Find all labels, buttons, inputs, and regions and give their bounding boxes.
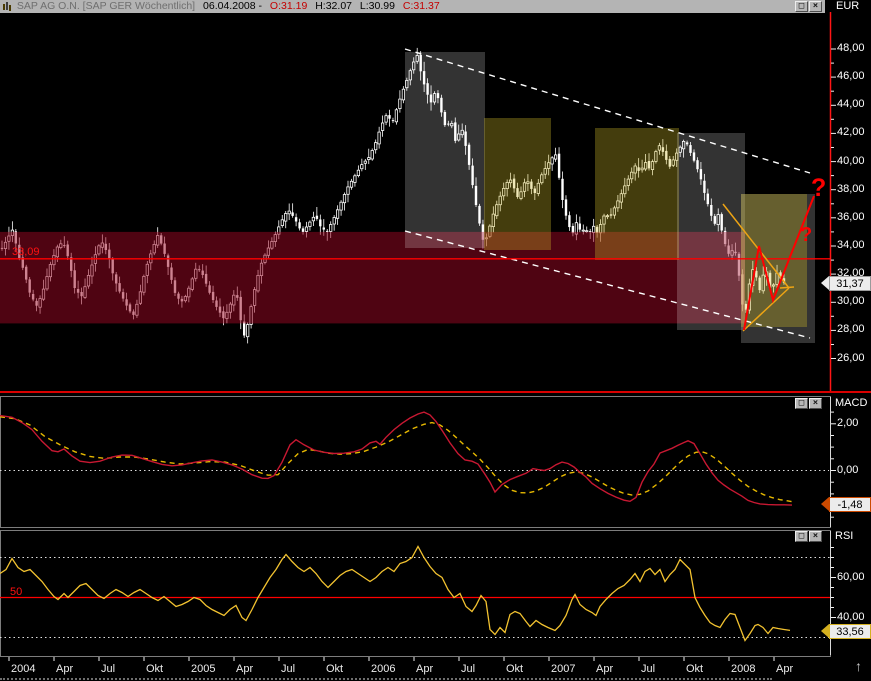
price-axis-tick-label: 32,00: [837, 267, 865, 280]
highlight-box-3: [595, 128, 679, 260]
price-axis-tick-label: 28,00: [837, 323, 865, 336]
rsi-value-tag: 33,56: [829, 624, 871, 639]
price-tag-pointer: [821, 276, 829, 290]
time-axis-label: 2004: [11, 663, 35, 675]
macd-value-tag: -1,48: [829, 497, 871, 512]
time-axis-label: Apr: [236, 663, 253, 675]
macd-restore-button[interactable]: □: [795, 398, 808, 409]
main-restore-button[interactable]: □: [795, 1, 808, 12]
price-axis-unit-label: EUR: [836, 0, 859, 13]
main-close-button[interactable]: ×: [809, 1, 822, 12]
quote-open: O:31.19: [270, 0, 307, 12]
macd-panel-label: MACD: [835, 397, 867, 410]
macd-axis-tick-label: 2,00: [837, 417, 858, 430]
price-axis-tick-label: 40,00: [837, 155, 865, 168]
macd-close-button[interactable]: ×: [809, 398, 822, 409]
price-axis-tick-label: 44,00: [837, 98, 865, 111]
instrument-candlestick-icon: [2, 2, 11, 11]
channel-upper-dashed-line: [405, 49, 810, 173]
rsi-panel-label: RSI: [835, 530, 853, 543]
quote-date: 06.04.2008 -: [203, 0, 262, 12]
price-axis-tick-label: 46,00: [837, 70, 865, 83]
price-axis-tick-label: 36,00: [837, 211, 865, 224]
highlight-box-1: [405, 52, 485, 248]
time-axis-label: 2007: [551, 663, 575, 675]
macd-axis-tick-label: 0,00: [837, 464, 858, 477]
macd-tag-pointer: [821, 497, 829, 511]
time-axis-label: Jul: [101, 663, 115, 675]
highlight-box-4: [677, 133, 745, 330]
rsi-tag-pointer: [821, 624, 829, 638]
triangle-segment-3: [780, 287, 794, 288]
title-bar: SAP AG O.N. [SAP GER Wöchentlich] 06.04.…: [0, 0, 825, 13]
time-axis-label: 2008: [731, 663, 755, 675]
time-axis-label: Okt: [686, 663, 703, 675]
rsi-axis-tick-label: 60,00: [837, 571, 865, 584]
time-axis-label: Jul: [461, 663, 475, 675]
time-axis-label: Okt: [146, 663, 163, 675]
horizontal-scroll-track[interactable]: [0, 678, 772, 680]
rsi-panel-frame: [0, 530, 831, 657]
price-axis-tick-label: 26,00: [837, 352, 865, 365]
macd-macd-line: [0, 412, 792, 505]
channel-lower-dashed-line: [405, 231, 810, 338]
question-mark-lower: ?: [800, 224, 812, 247]
time-axis-label: Apr: [416, 663, 433, 675]
highlight-box-5: [741, 194, 815, 343]
quote-close: C:31.37: [403, 0, 440, 12]
rsi-midline-label: 50: [10, 586, 22, 598]
scroll-up-arrow[interactable]: ↑: [855, 659, 862, 673]
question-mark-upper: ?: [811, 174, 826, 203]
instrument-title: SAP AG O.N. [SAP GER Wöchentlich]: [17, 0, 195, 12]
quote-low: L:30.99: [360, 0, 395, 12]
rsi-axis-tick-label: 40,00: [837, 611, 865, 624]
time-axis-label: Jul: [641, 663, 655, 675]
support-line-price-label: 33,09: [12, 246, 40, 258]
time-axis-label: 2006: [371, 663, 395, 675]
triangle-segment-2: [743, 288, 789, 331]
chart-application-window: SAP AG O.N. [SAP GER Wöchentlich] 06.04.…: [0, 0, 871, 681]
macd-signal-line: [0, 417, 792, 502]
rsi-close-button[interactable]: ×: [809, 531, 822, 542]
price-axis-tick-label: 38,00: [837, 183, 865, 196]
time-axis-label: Apr: [596, 663, 613, 675]
panel-separator-line: [0, 391, 871, 393]
time-axis-label: 2005: [191, 663, 215, 675]
support-zone-band: [0, 232, 745, 324]
time-axis-label: Apr: [776, 663, 793, 675]
rsi-restore-button[interactable]: □: [795, 531, 808, 542]
macd-panel-frame: [0, 396, 831, 528]
price-axis-tick-label: 34,00: [837, 239, 865, 252]
price-axis-tick-label: 30,00: [837, 295, 865, 308]
candlestick-series: [1, 48, 785, 344]
highlight-box-2: [484, 118, 551, 250]
time-axis-label: Jul: [281, 663, 295, 675]
triangle-segment-1: [723, 204, 789, 288]
projection-zigzag-line: [744, 196, 814, 330]
time-axis-label: Okt: [326, 663, 343, 675]
highlight-box-6: [741, 194, 807, 327]
price-axis-tick-label: 42,00: [837, 126, 865, 139]
time-axis-label: Apr: [56, 663, 73, 675]
chart-canvas: [0, 0, 871, 681]
quote-high: H:32.07: [315, 0, 352, 12]
rsi-line: [0, 547, 790, 641]
time-axis-label: Okt: [506, 663, 523, 675]
price-axis-tick-label: 48,00: [837, 42, 865, 55]
